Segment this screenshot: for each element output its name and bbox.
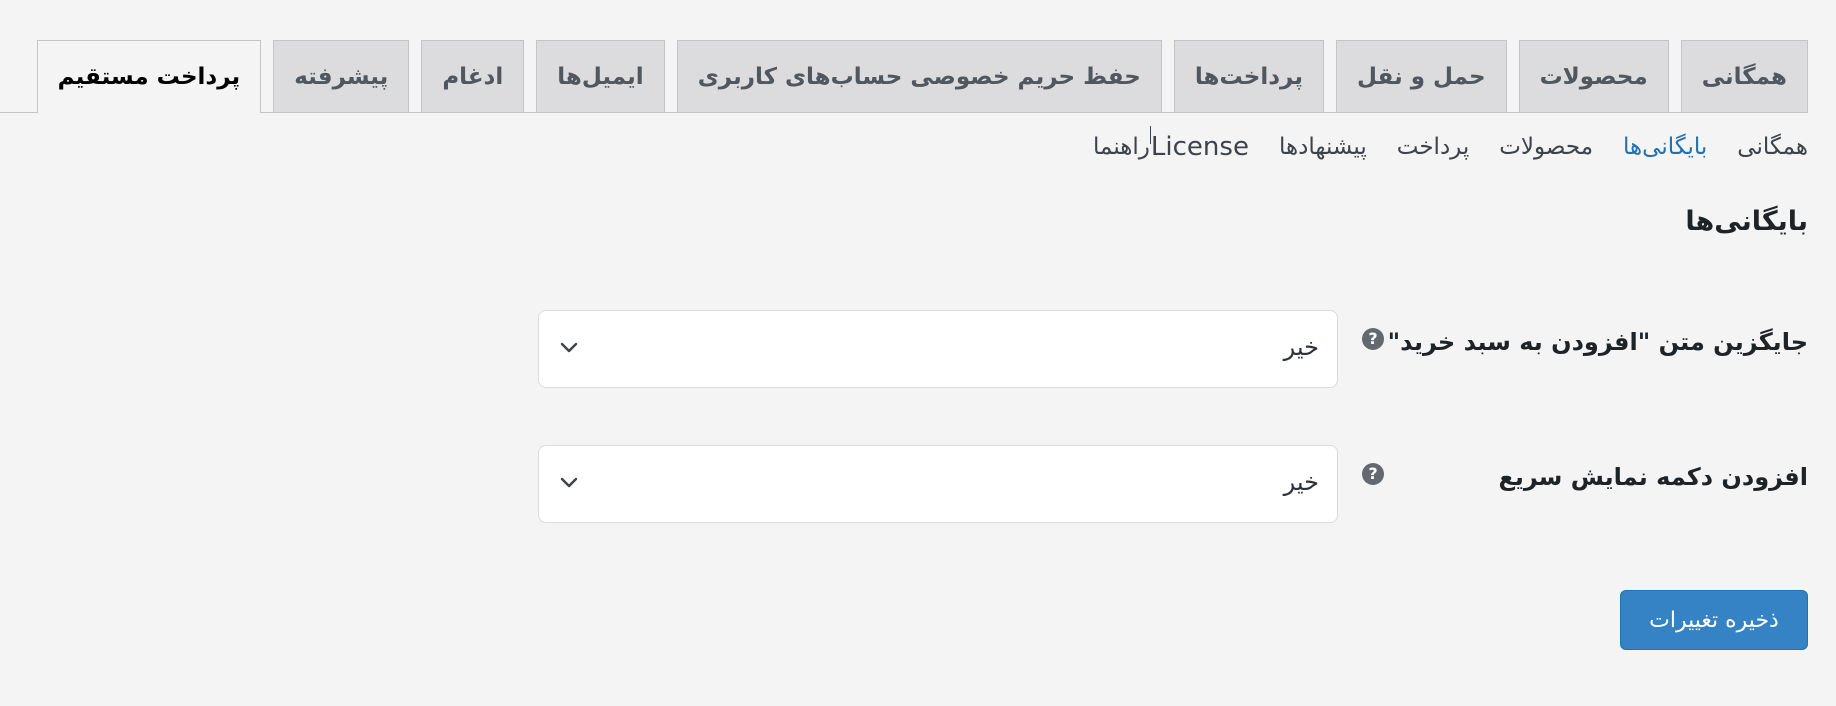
tab-emails[interactable]: ایمیل‌ها [536,40,665,112]
subnav-documentation[interactable]: راهنما [1093,134,1150,160]
subnav-license[interactable]: License [1151,132,1249,162]
sub-navigation: همگانی بایگانی‌ها محصولات پرداخت پیشنهاد… [1063,126,1808,162]
subnav-separator [1149,126,1151,144]
replace-add-to-cart-label: جایگزین متن "افزودن به سبد خرید" [1387,328,1808,356]
tab-payments[interactable]: پرداخت‌ها [1173,40,1324,112]
tab-integration[interactable]: ادغام [421,40,525,112]
help-icon[interactable]: ? [1362,463,1384,485]
setting-row-quick-view: افزودن دکمه نمایش سریع ? خیر [538,445,1808,523]
chevron-down-icon [560,342,578,353]
settings-tabs-bar: همگانی محصولات حمل و نقل پرداخت‌ها حفظ ح… [0,40,1808,113]
tab-accounts-privacy[interactable]: حفظ حریم خصوصی حساب‌های کاربری [676,40,1162,112]
chevron-down-icon [560,477,578,488]
subnav-products[interactable]: محصولات [1499,134,1593,160]
tab-advanced[interactable]: پیشرفته [273,40,410,112]
tab-direct-checkout[interactable]: پرداخت مستقیم [36,40,262,113]
setting-row-replace-add-to-cart: جایگزین متن "افزودن به سبد خرید" ? خیر [538,310,1808,388]
settings-tabs: همگانی محصولات حمل و نقل پرداخت‌ها حفظ ح… [36,40,1808,113]
quick-view-button-label: افزودن دکمه نمایش سریع [1498,463,1808,491]
tab-general[interactable]: همگانی [1680,40,1808,112]
subnav-checkout[interactable]: پرداخت [1397,134,1470,160]
tab-products[interactable]: محصولات [1518,40,1669,112]
subnav-archives[interactable]: بایگانی‌ها [1623,134,1707,160]
select-value: خیر [1283,468,1319,496]
help-icon[interactable]: ? [1362,328,1384,350]
subnav-general[interactable]: همگانی [1737,134,1808,160]
tab-shipping[interactable]: حمل و نقل [1336,40,1507,112]
settings-page: همگانی محصولات حمل و نقل پرداخت‌ها حفظ ح… [0,0,1836,706]
subnav-suggestions[interactable]: پیشنهادها [1279,134,1367,160]
save-button[interactable]: ذخیره تغییرات [1620,590,1808,650]
section-title: بایگانی‌ها [1685,206,1808,237]
replace-add-to-cart-select[interactable]: خیر [538,310,1338,388]
select-value: خیر [1283,333,1319,361]
quick-view-button-select[interactable]: خیر [538,445,1338,523]
